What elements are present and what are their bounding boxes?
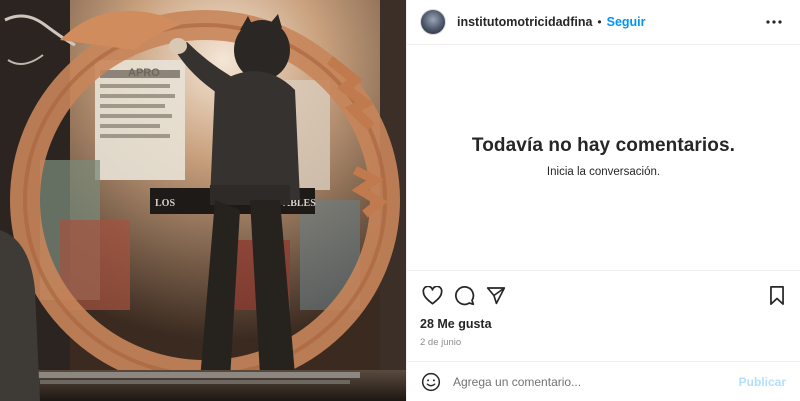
more-options-button[interactable] xyxy=(762,10,786,34)
empty-comments-title: Todavía no hay comentarios. xyxy=(471,135,736,156)
share-icon xyxy=(486,286,506,304)
comment-icon xyxy=(454,285,474,305)
publish-button[interactable]: Publicar xyxy=(739,375,786,389)
post-image[interactable]: APRO LOS ABLES xyxy=(0,0,406,401)
poster-text: APRO xyxy=(128,67,160,79)
emoji-button[interactable] xyxy=(419,370,443,394)
comment-composer: Publicar xyxy=(407,361,800,401)
emoji-icon xyxy=(421,372,441,391)
post-date: 2 de junio xyxy=(420,337,462,348)
like-button[interactable] xyxy=(419,282,445,308)
action-bar xyxy=(407,275,800,315)
heart-icon xyxy=(421,285,443,305)
follow-button[interactable]: Seguir xyxy=(607,15,646,29)
likes-count[interactable]: 28 Me gusta xyxy=(407,317,800,331)
separator-dot: • xyxy=(597,15,602,29)
post-dialog: APRO LOS ABLES institutomotricidadfina •… xyxy=(0,0,800,401)
bookmark-icon xyxy=(770,285,784,305)
comment-input[interactable] xyxy=(453,374,739,389)
post-sidebar: institutomotricidadfina • Seguir Todavía… xyxy=(406,0,800,401)
username-link[interactable]: institutomotricidadfina xyxy=(457,15,592,29)
share-button[interactable] xyxy=(483,282,509,308)
comment-button[interactable] xyxy=(451,282,477,308)
post-header: institutomotricidadfina • Seguir xyxy=(407,0,800,45)
comments-area: Todavía no hay comentarios. Inicia la co… xyxy=(407,45,800,271)
avatar[interactable] xyxy=(420,9,446,35)
empty-comments-subtitle: Inicia la conversación. xyxy=(546,166,661,178)
more-horizontal-icon xyxy=(766,20,782,24)
banner-left-text: LOS xyxy=(155,198,175,209)
save-button[interactable] xyxy=(764,282,790,308)
post-photo: APRO LOS ABLES xyxy=(0,0,406,401)
